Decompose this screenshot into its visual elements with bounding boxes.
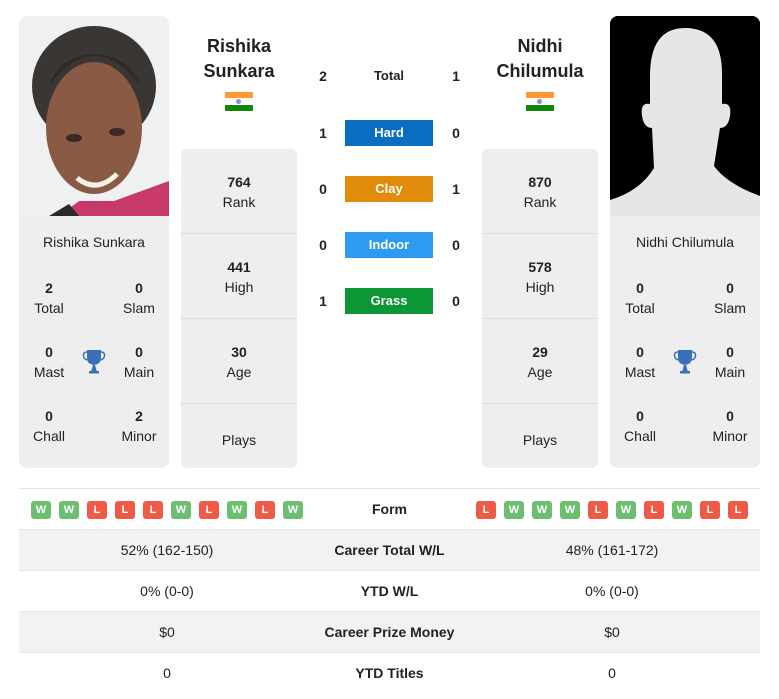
table-row: 52% (162-150) Career Total W/L 48% (161-… [19,530,760,571]
form-badge-loss[interactable]: L [199,501,219,519]
form-badge-win[interactable]: W [532,501,552,519]
surface-indoor-badge[interactable]: Indoor [345,232,433,258]
left-titles-chall: 0 Chall [33,408,65,444]
form-badge-loss[interactable]: L [87,501,107,519]
left-titles-mast: 0 Mast [33,344,65,380]
form-badge-loss[interactable]: L [644,501,664,519]
right-titles-mast: 0 Mast [624,344,656,380]
left-stat-high: 441 High [181,234,297,319]
h2h-row-clay: 0 Clay 1 [310,176,470,202]
form-badge-win[interactable]: W [31,501,51,519]
right-player-card: Nidhi Chilumula 0 Total 0 Slam 0 Mast 0 … [610,16,760,468]
left-titles-total: 2 Total [34,280,64,316]
form-badge-win[interactable]: W [672,501,692,519]
surface-grass-badge[interactable]: Grass [345,288,433,314]
form-badge-loss[interactable]: L [143,501,163,519]
right-titles-total: 0 Total [625,280,655,316]
left-stat-age: 30 Age [181,319,297,404]
form-badge-win[interactable]: W [504,501,524,519]
right-stat-high: 578 High [482,234,598,319]
h2h-row-indoor: 0 Indoor 0 [310,232,470,258]
form-label: Form [372,501,407,517]
surface-clay-badge[interactable]: Clay [345,176,433,202]
h2h-row-hard: 1 Hard 0 [310,120,470,146]
form-badge-loss[interactable]: L [115,501,135,519]
left-titles-main: 0 Main [123,344,155,380]
h2h-row-grass: 1 Grass 0 [310,288,470,314]
form-badge-win[interactable]: W [171,501,191,519]
right-player-name[interactable]: Nidhi Chilumula [475,34,605,84]
right-stat-plays: Plays [522,432,558,448]
left-titles-slam: 0 Slam [123,280,155,316]
left-player-name[interactable]: Rishika Sunkara [174,34,304,84]
form-badge-win[interactable]: W [283,501,303,519]
right-stats-column: 870 Rank 578 High 29 Age Plays [482,149,598,468]
india-flag-icon [225,92,253,112]
form-badge-win[interactable]: W [616,501,636,519]
table-row: 0 YTD Titles 0 [163,665,616,681]
right-titles-chall: 0 Chall [624,408,656,444]
surface-hard-badge[interactable]: Hard [345,120,433,146]
player-photo-icon [19,16,169,216]
right-player-card-name[interactable]: Nidhi Chilumula [610,234,760,250]
form-badge-loss[interactable]: L [255,501,275,519]
right-stat-age: 29 Age [482,319,598,404]
left-player-photo[interactable] [19,16,169,216]
comparison-table: WWLLLWLWLW Form LWWWLWLWLL 52% (162-150)… [19,488,760,694]
trophy-icon [82,350,106,374]
left-player-card: Rishika Sunkara 2 Total 0 Slam 0 Mast 0 … [19,16,169,468]
h2h-row-total: 2 Total 1 [310,63,470,89]
left-titles-minor: 2 Minor [121,408,157,444]
left-stat-plays: Plays [221,432,257,448]
form-row: WWLLLWLWLW Form LWWWLWLWLL [19,489,760,530]
trophy-icon [673,350,697,374]
form-badge-win[interactable]: W [560,501,580,519]
india-flag-icon [526,92,554,112]
left-stats-column: 764 Rank 441 High 30 Age Plays [181,149,297,468]
right-titles-slam: 0 Slam [714,280,746,316]
form-badge-loss[interactable]: L [728,501,748,519]
right-stat-rank: 870 Rank [482,149,598,234]
table-row: 0% (0-0) YTD W/L 0% (0-0) [19,571,760,612]
table-row: $0 Career Prize Money $0 [19,612,760,653]
form-badge-win[interactable]: W [59,501,79,519]
h2h-total-label: Total [373,68,405,83]
form-badge-win[interactable]: W [227,501,247,519]
right-player-photo[interactable] [610,16,760,216]
form-badge-loss[interactable]: L [588,501,608,519]
form-badge-loss[interactable]: L [476,501,496,519]
right-titles-main: 0 Main [714,344,746,380]
silhouette-icon [610,16,760,216]
right-titles-minor: 0 Minor [712,408,748,444]
right-form-badges: LWWWLWLWLL [476,501,748,519]
left-stat-rank: 764 Rank [181,149,297,234]
left-player-card-name[interactable]: Rishika Sunkara [19,234,169,250]
left-form-badges: WWLLLWLWLW [31,501,303,519]
form-badge-loss[interactable]: L [700,501,720,519]
